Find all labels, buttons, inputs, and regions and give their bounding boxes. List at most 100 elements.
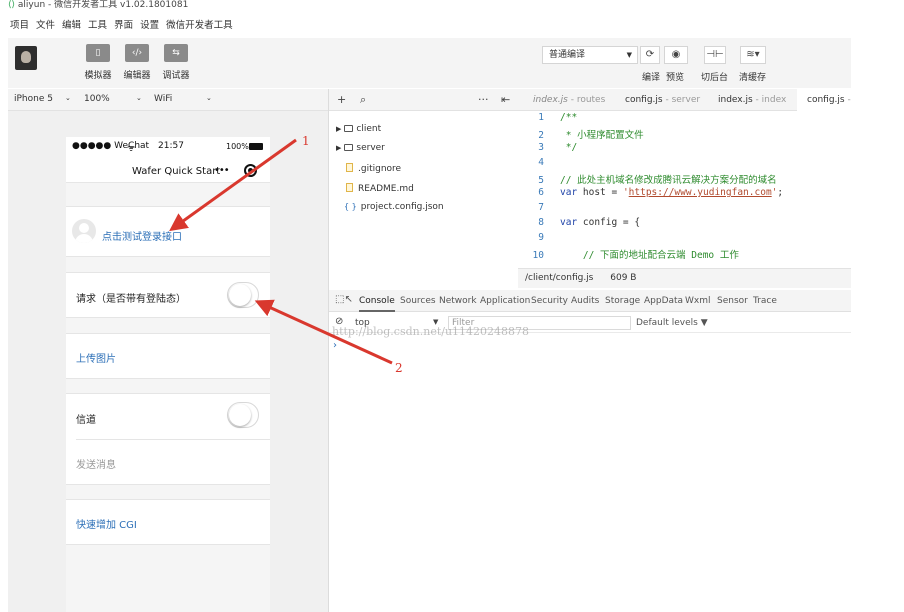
- tree-folder-server[interactable]: ▶ server: [336, 143, 385, 153]
- devtools-tab-bar: ⬚↖ Console Sources Network Application S…: [329, 290, 851, 312]
- device-bar: iPhone 5 ⌄ 100% ⌄ WiFi ⌄: [8, 89, 328, 111]
- devtab-console[interactable]: Console: [359, 290, 395, 312]
- carrier-text: ●●●●● WeChat: [72, 141, 150, 151]
- watermark: http://blog.csdn.net/u11420248878: [332, 325, 530, 338]
- login-card[interactable]: 点击测试登录接口: [66, 206, 270, 257]
- tree-file-readme[interactable]: README.md: [346, 183, 414, 194]
- eye-icon: ◉: [671, 49, 681, 60]
- tab-sub: - routes: [567, 95, 606, 105]
- log-levels-select[interactable]: Default levels ▼: [636, 318, 708, 328]
- debugger-label: 调试器: [162, 71, 190, 81]
- devtab-audits[interactable]: Audits: [571, 290, 599, 312]
- preview-button[interactable]: ◉: [664, 46, 688, 64]
- app-logo-icon: ⟨⟩: [8, 0, 16, 10]
- debugger-button[interactable]: ⇆ 调试器: [158, 44, 194, 81]
- devtab-sources[interactable]: Sources: [400, 290, 436, 312]
- chevron-down-icon[interactable]: ⌄: [65, 94, 71, 102]
- upload-image-link[interactable]: 上传图片: [76, 350, 116, 365]
- close-target-icon[interactable]: [244, 164, 257, 177]
- menu-tools[interactable]: 工具: [88, 17, 107, 31]
- device-select[interactable]: iPhone 5: [14, 94, 53, 104]
- clear-cache-button[interactable]: ≋▾: [740, 46, 766, 64]
- upload-card[interactable]: 上传图片: [66, 333, 270, 379]
- code-line: 8 var config = {: [538, 217, 641, 228]
- backend-label: 切后台: [701, 73, 729, 83]
- backend-button[interactable]: ⊣⊢: [704, 46, 726, 64]
- tunnel-label: 信道: [76, 415, 96, 426]
- devtab-appdata[interactable]: AppData: [644, 290, 683, 312]
- file-path-bar: /client/config.js 609 B: [518, 268, 851, 288]
- request-login-toggle[interactable]: [227, 282, 259, 308]
- phone-screen: ●●●●● WeChat ᯤ 21:57 100% Wafer Quick St…: [66, 137, 270, 612]
- send-message-button[interactable]: 发送消息: [76, 456, 116, 471]
- code-text: // 下面的地址配合云端 Demo 工作: [560, 250, 739, 261]
- compile-mode-select[interactable]: 普通编译 ▼: [542, 46, 638, 64]
- add-cgi-card[interactable]: 快速增加 CGI: [66, 499, 270, 545]
- tab-config-client[interactable]: config.js - c: [797, 89, 851, 111]
- more-icon[interactable]: ···: [478, 93, 489, 106]
- folder-icon: [344, 125, 354, 132]
- chevron-right-icon: ▶: [336, 144, 342, 152]
- simulator-button[interactable]: ▯ 模拟器: [80, 44, 116, 81]
- tree-folder-client[interactable]: ▶ client: [336, 124, 381, 134]
- devtab-application[interactable]: Application: [480, 290, 530, 312]
- tree-item-label: .gitignore: [358, 164, 402, 174]
- add-file-icon[interactable]: +: [337, 93, 346, 106]
- code-url[interactable]: https://www.yudingfan.com: [629, 187, 772, 198]
- devtab-trace[interactable]: Trace: [753, 290, 777, 312]
- menu-file[interactable]: 文件: [36, 17, 55, 31]
- code-icon: ‹/›: [125, 44, 149, 62]
- chevron-down-icon[interactable]: ⌄: [136, 94, 142, 102]
- tunnel-toggle[interactable]: [227, 402, 259, 428]
- tab-name: index.js: [533, 95, 568, 105]
- zoom-select[interactable]: 100%: [84, 94, 110, 104]
- tab-index-index[interactable]: index.js - index: [712, 89, 792, 111]
- menu-view[interactable]: 界面: [114, 17, 133, 31]
- menu-devtools[interactable]: 微信开发者工具: [166, 17, 233, 31]
- code-line: 6 var host = 'https://www.yudingfan.com';: [538, 187, 784, 198]
- capsule-menu[interactable]: •••: [214, 164, 260, 182]
- tree-item-label: server: [356, 143, 385, 153]
- devtab-security[interactable]: Security: [531, 290, 568, 312]
- tab-index-routes[interactable]: index.js - routes: [527, 89, 611, 111]
- tab-sub: - index: [752, 95, 787, 105]
- console-prompt[interactable]: ›: [333, 340, 337, 351]
- folder-icon: [344, 144, 354, 151]
- file-size: 609 B: [610, 273, 637, 283]
- simulator-label: 模拟器: [84, 71, 112, 81]
- menu-edit[interactable]: 编辑: [62, 17, 81, 31]
- status-time: 21:57: [158, 141, 184, 151]
- clear-cache-label: 清缓存: [739, 73, 767, 83]
- add-cgi-link[interactable]: 快速增加 CGI: [76, 516, 137, 531]
- compile-button[interactable]: ⟳: [640, 46, 660, 64]
- file-icon: [346, 163, 353, 172]
- devtab-sensor[interactable]: Sensor: [717, 290, 748, 312]
- battery-icon: [249, 143, 263, 150]
- devtab-storage[interactable]: Storage: [605, 290, 640, 312]
- more-dots-icon[interactable]: •••: [214, 165, 230, 176]
- inspect-element-icon[interactable]: ⬚↖: [335, 294, 353, 305]
- devtab-network[interactable]: Network: [439, 290, 477, 312]
- code-text: * 小程序配置文件: [560, 130, 644, 141]
- chevron-down-icon: ▼: [626, 51, 632, 59]
- chevron-down-icon[interactable]: ⌄: [206, 94, 212, 102]
- menu-project[interactable]: 项目: [10, 17, 29, 31]
- editor-button[interactable]: ‹/› 编辑器: [119, 44, 155, 81]
- devtools-window: ⟨⟩ aliyun - 微信开发者工具 v1.02.1801081 项目 文件 …: [0, 0, 904, 612]
- window-title-text: aliyun - 微信开发者工具 v1.02.1801081: [17, 0, 189, 10]
- login-test-link[interactable]: 点击测试登录接口: [102, 228, 182, 243]
- file-icon: [346, 183, 353, 192]
- user-avatar[interactable]: [15, 46, 37, 70]
- search-icon[interactable]: ⌕: [360, 93, 366, 107]
- tree-file-project-config[interactable]: { } project.config.json: [344, 202, 444, 212]
- devtab-wxml[interactable]: Wxml: [685, 290, 711, 312]
- tree-item-label: README.md: [358, 184, 414, 194]
- menu-settings[interactable]: 设置: [140, 17, 159, 31]
- collapse-tree-icon[interactable]: ⇤: [501, 93, 510, 106]
- tree-file-gitignore[interactable]: .gitignore: [346, 163, 401, 174]
- phone-icon: ▯: [86, 44, 110, 62]
- code-line: 2 * 小程序配置文件: [538, 130, 644, 141]
- network-select[interactable]: WiFi: [154, 94, 172, 104]
- tab-config-server[interactable]: config.js - server: [619, 89, 706, 111]
- code-editor[interactable]: 1/** 2 * 小程序配置文件 3 */ 4 5// 此处主机域名修改成腾讯云…: [518, 111, 851, 268]
